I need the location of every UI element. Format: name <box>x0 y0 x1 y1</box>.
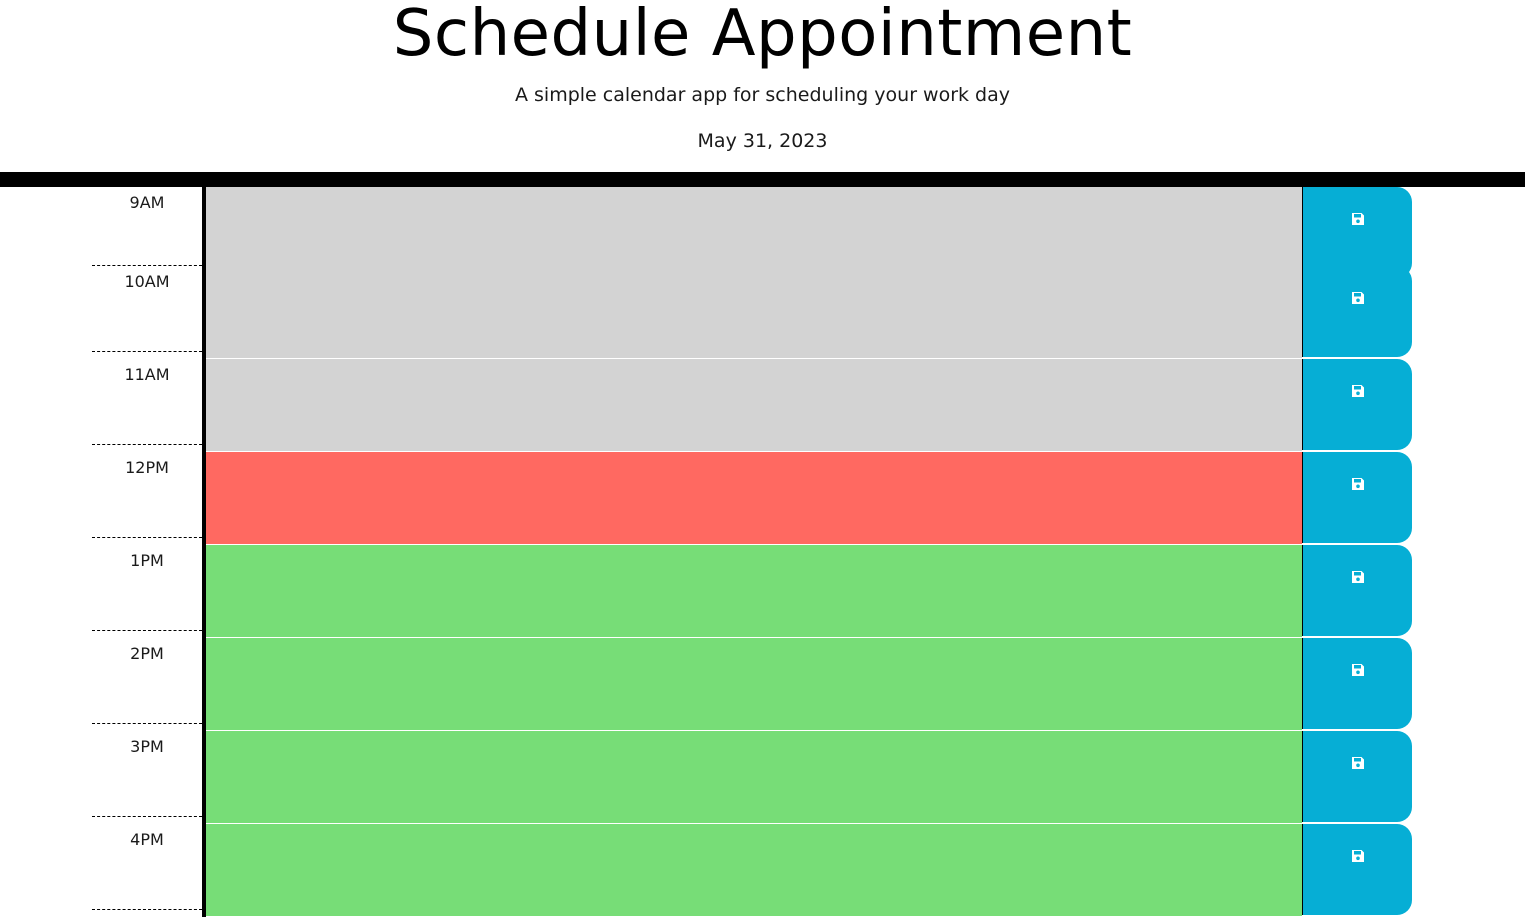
hour-label: 11AM <box>92 359 202 445</box>
page-title: Schedule Appointment <box>392 0 1133 71</box>
page-header: Schedule Appointment A simple calendar a… <box>0 0 1525 172</box>
floppy-disk-icon <box>1352 664 1364 676</box>
save-button[interactable] <box>1302 545 1412 636</box>
hour-label: 4PM <box>92 824 202 910</box>
event-description-input[interactable] <box>206 824 1302 917</box>
save-button[interactable] <box>1302 359 1412 450</box>
hour-label: 12PM <box>92 452 202 538</box>
hour-label: 2PM <box>92 638 202 724</box>
timeblock-row: 10AM <box>0 266 1525 359</box>
save-button[interactable] <box>1302 187 1412 278</box>
hour-label: 1PM <box>92 545 202 631</box>
timeblock-row: 3PM <box>0 731 1525 824</box>
floppy-disk-icon <box>1352 213 1364 225</box>
page-subtitle: A simple calendar app for scheduling you… <box>514 84 1011 106</box>
event-description-input[interactable] <box>206 452 1302 545</box>
floppy-disk-icon <box>1352 478 1364 490</box>
floppy-disk-icon <box>1352 292 1364 304</box>
timeblock-row: 4PM <box>0 824 1525 917</box>
save-button[interactable] <box>1302 824 1412 915</box>
current-date: May 31, 2023 <box>697 130 828 152</box>
event-description-input[interactable] <box>206 266 1302 359</box>
hour-label: 10AM <box>92 266 202 352</box>
floppy-disk-icon <box>1352 571 1364 583</box>
floppy-disk-icon <box>1352 850 1364 862</box>
event-description-input[interactable] <box>206 731 1302 824</box>
event-description-input[interactable] <box>206 545 1302 638</box>
save-button[interactable] <box>1302 638 1412 729</box>
timeblock-row: 2PM <box>0 638 1525 731</box>
header-divider <box>0 172 1525 187</box>
timeblock-row: 12PM <box>0 452 1525 545</box>
hour-label: 3PM <box>92 731 202 817</box>
timeblock-row: 11AM <box>0 359 1525 452</box>
timeblock-list: 9AM 10AM 11AM 12PM 1PM 2PM 3PM 4PM <box>0 187 1525 917</box>
floppy-disk-icon <box>1352 757 1364 769</box>
event-description-input[interactable] <box>206 638 1302 731</box>
timeblock-row: 1PM <box>0 545 1525 638</box>
save-button[interactable] <box>1302 266 1412 357</box>
save-button[interactable] <box>1302 452 1412 543</box>
floppy-disk-icon <box>1352 385 1364 397</box>
save-button[interactable] <box>1302 731 1412 822</box>
hour-label: 9AM <box>92 187 202 266</box>
event-description-input[interactable] <box>206 359 1302 452</box>
